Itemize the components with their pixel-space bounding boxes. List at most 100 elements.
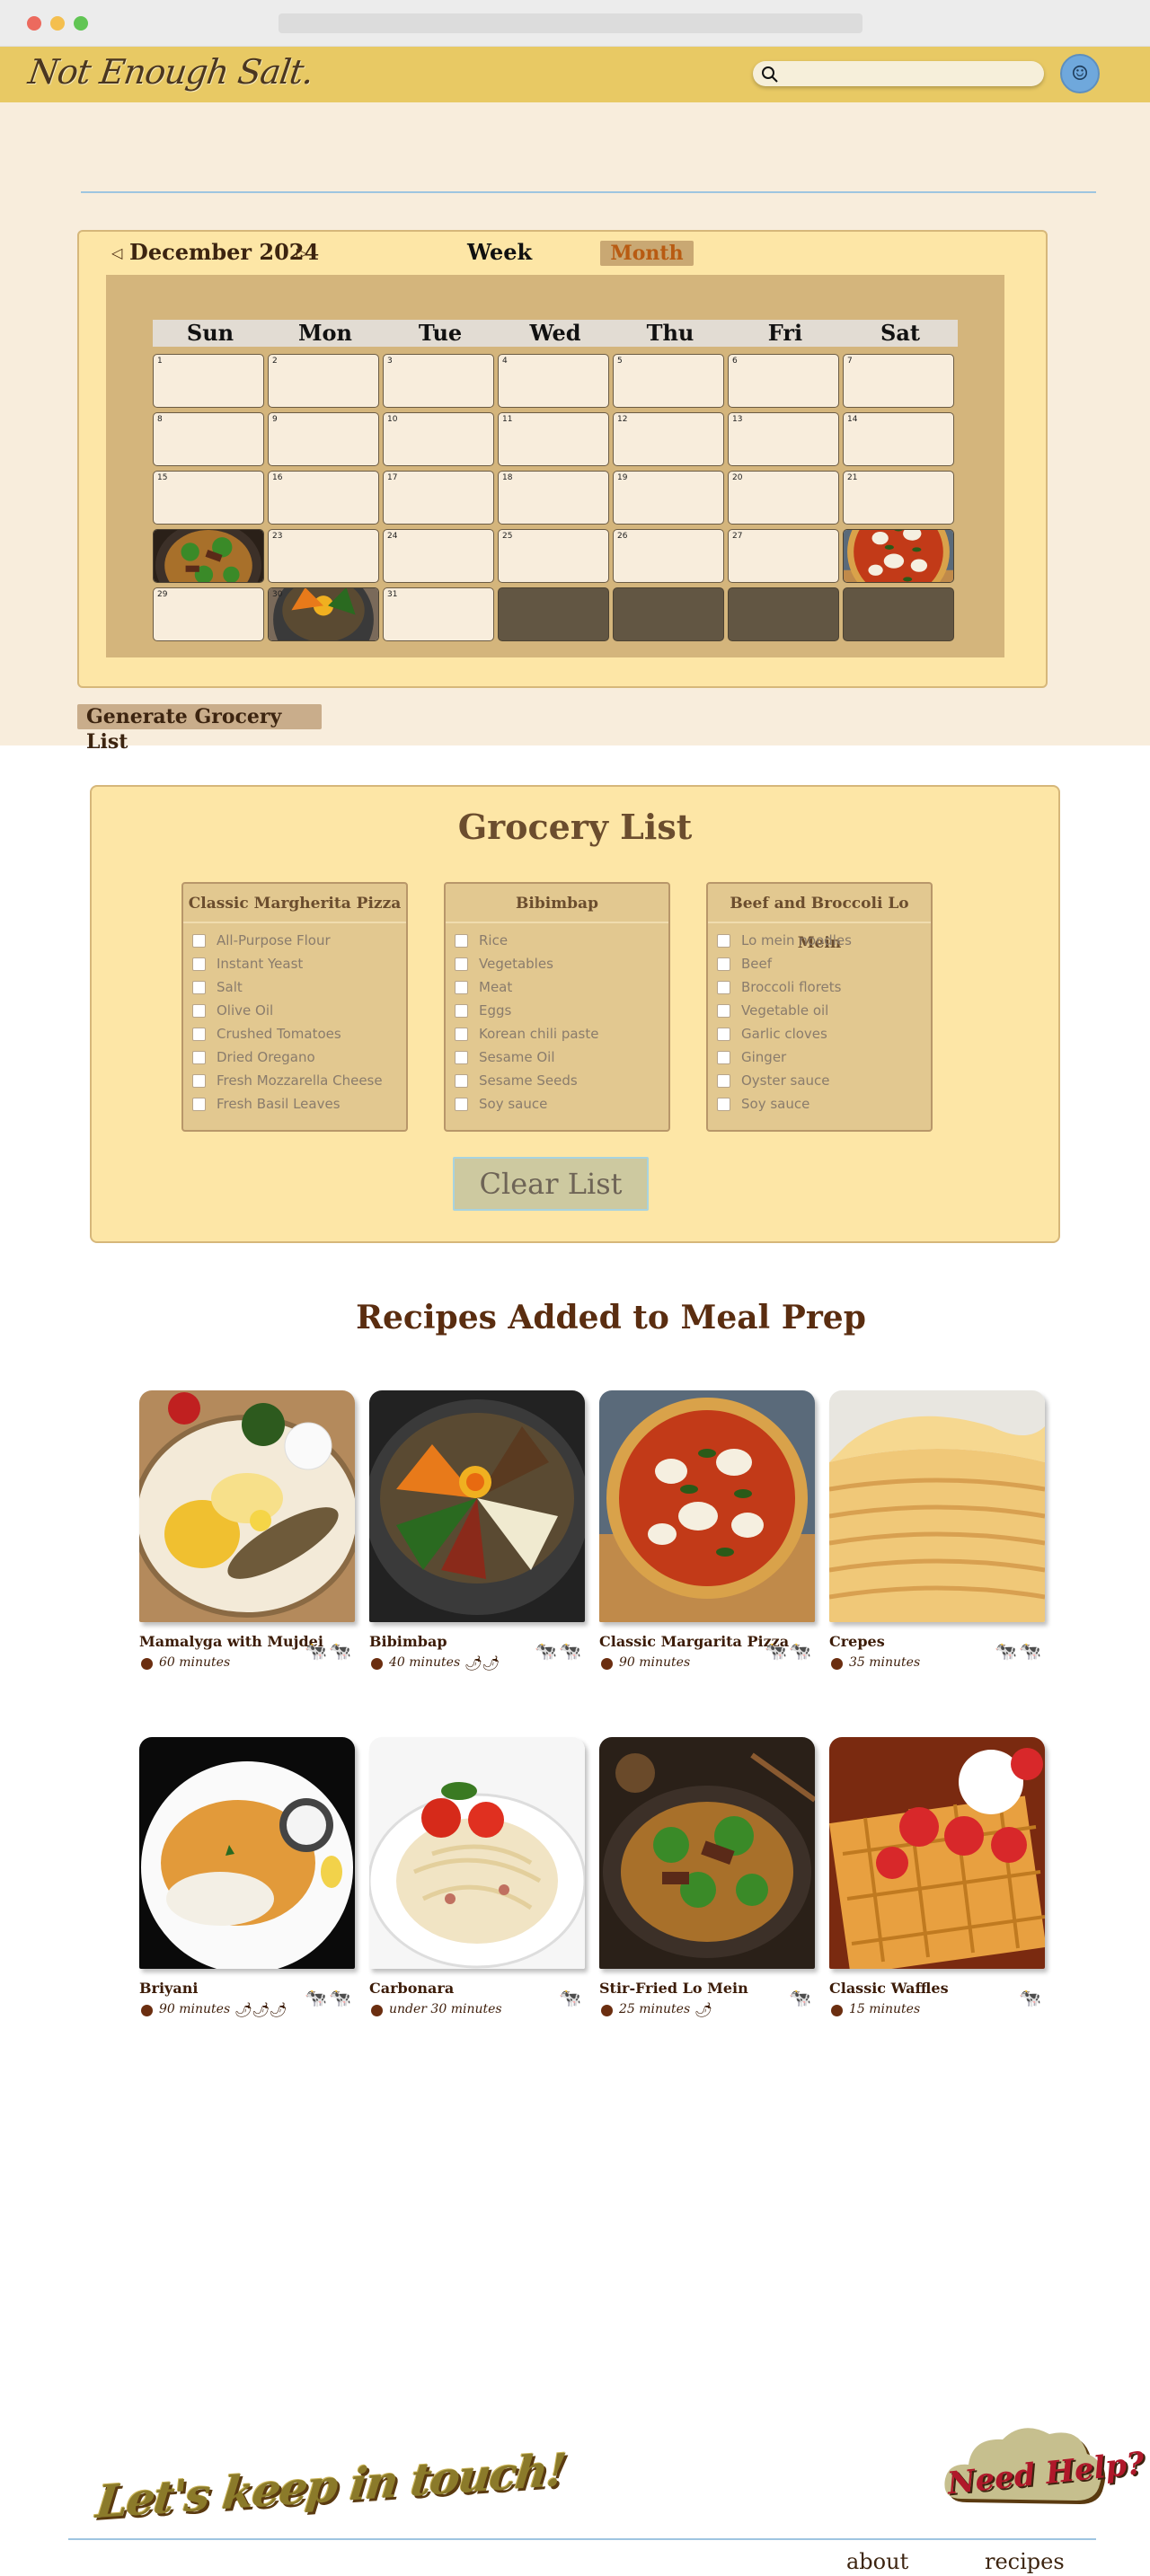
next-month-icon[interactable]: ▷ <box>296 244 307 261</box>
recipe-image[interactable] <box>139 1737 355 1969</box>
calendar-day-cell[interactable]: 2 <box>268 354 379 408</box>
grocery-item-checkbox[interactable] <box>192 1027 206 1041</box>
grocery-item-checkbox[interactable] <box>717 980 730 994</box>
grocery-item-checkbox[interactable] <box>717 957 730 971</box>
grocery-item[interactable]: Soy sauce <box>455 1092 668 1116</box>
grocery-item[interactable]: Sesame Seeds <box>455 1069 668 1092</box>
calendar-day-cell[interactable]: 17 <box>383 471 494 525</box>
grocery-item[interactable]: Korean chili paste <box>455 1022 668 1045</box>
grocery-item-checkbox[interactable] <box>717 1027 730 1041</box>
grocery-item-checkbox[interactable] <box>717 1097 730 1111</box>
search-input[interactable] <box>753 61 1044 86</box>
grocery-item[interactable]: Ginger <box>717 1045 931 1069</box>
grocery-item-checkbox[interactable] <box>455 957 468 971</box>
close-window-button[interactable] <box>27 16 41 31</box>
recipe-name[interactable]: Mamalyga with Mujdei <box>139 1633 323 1650</box>
grocery-item-checkbox[interactable] <box>192 1073 206 1088</box>
calendar-day-cell[interactable]: 11 <box>498 412 609 466</box>
grocery-item[interactable]: Broccoli florets <box>717 975 931 999</box>
planned-meal-thumbnail[interactable] <box>154 530 263 582</box>
grocery-item[interactable]: Fresh Mozzarella Cheese <box>192 1069 406 1092</box>
grocery-item[interactable]: Eggs <box>455 999 668 1022</box>
calendar-day-cell[interactable]: 9 <box>268 412 379 466</box>
footer-link-about[interactable]: about <box>846 2549 908 2574</box>
calendar-day-cell[interactable]: 30 <box>268 587 379 641</box>
grocery-item[interactable]: Sesame Oil <box>455 1045 668 1069</box>
address-bar[interactable] <box>279 13 862 33</box>
recipe-image[interactable] <box>599 1737 815 1969</box>
recipe-image[interactable] <box>369 1390 585 1622</box>
grocery-item[interactable]: Rice <box>455 929 668 952</box>
grocery-item[interactable]: Salt <box>192 975 406 999</box>
grocery-item[interactable]: Meat <box>455 975 668 999</box>
recipe-name[interactable]: Stir-Fried Lo Mein <box>599 1980 748 1997</box>
grocery-item-checkbox[interactable] <box>717 1050 730 1064</box>
chef-avatar-icon[interactable]: ☺ <box>1060 54 1100 93</box>
grocery-item-checkbox[interactable] <box>455 1050 468 1064</box>
calendar-day-cell[interactable]: 15 <box>153 471 264 525</box>
calendar-day-cell[interactable]: 4 <box>498 354 609 408</box>
recipe-name[interactable]: Bibimbap <box>369 1633 447 1650</box>
grocery-item[interactable]: Fresh Basil Leaves <box>192 1092 406 1116</box>
calendar-day-cell[interactable]: 16 <box>268 471 379 525</box>
recipe-image[interactable] <box>829 1737 1045 1969</box>
grocery-item[interactable]: Dried Oregano <box>192 1045 406 1069</box>
planned-meal-thumbnail[interactable] <box>269 588 378 640</box>
grocery-item[interactable]: Vegetables <box>455 952 668 975</box>
calendar-day-cell[interactable]: 24 <box>383 529 494 583</box>
grocery-item-checkbox[interactable] <box>455 1097 468 1111</box>
grocery-item-checkbox[interactable] <box>455 1003 468 1018</box>
maximize-window-button[interactable] <box>74 16 88 31</box>
calendar-day-cell[interactable]: 20 <box>728 471 839 525</box>
recipe-name[interactable]: Classic Margarita Pizza <box>599 1633 789 1650</box>
recipe-name[interactable]: Carbonara <box>369 1980 454 1997</box>
calendar-day-cell[interactable]: 10 <box>383 412 494 466</box>
generate-grocery-list-button[interactable]: Generate Grocery List <box>77 704 322 754</box>
calendar-day-cell[interactable]: 26 <box>613 529 724 583</box>
grocery-item[interactable]: Instant Yeast <box>192 952 406 975</box>
grocery-item-checkbox[interactable] <box>717 1073 730 1088</box>
recipe-card[interactable]: Classic Waffles 15 minutes 🐄 <box>829 1737 1045 2016</box>
footer-link-recipes[interactable]: recipes <box>985 2549 1065 2574</box>
recipe-card[interactable]: Classic Margarita Pizza 90 minutes 🐄🐄 <box>599 1390 815 1670</box>
grocery-item-checkbox[interactable] <box>192 957 206 971</box>
grocery-item-checkbox[interactable] <box>192 1050 206 1064</box>
grocery-item-checkbox[interactable] <box>192 933 206 948</box>
calendar-day-cell[interactable] <box>843 529 954 583</box>
recipe-name[interactable]: Crepes <box>829 1633 885 1650</box>
calendar-day-cell[interactable]: 29 <box>153 587 264 641</box>
grocery-item[interactable]: Olive Oil <box>192 999 406 1022</box>
planned-meal-thumbnail[interactable] <box>844 530 953 582</box>
calendar-day-cell[interactable]: 21 <box>843 471 954 525</box>
clear-list-button[interactable]: Clear List <box>453 1157 649 1211</box>
recipe-card[interactable]: Stir-Fried Lo Mein 25 minutes 🌶 🐄 <box>599 1737 815 2018</box>
grocery-item-checkbox[interactable] <box>717 1003 730 1018</box>
calendar-day-cell[interactable]: 25 <box>498 529 609 583</box>
minimize-window-button[interactable] <box>50 16 65 31</box>
week-view-button[interactable]: Week <box>467 239 532 265</box>
grocery-item[interactable]: Garlic cloves <box>717 1022 931 1045</box>
previous-month-icon[interactable]: ◁ <box>111 244 122 261</box>
grocery-item-checkbox[interactable] <box>455 933 468 948</box>
recipe-name[interactable]: Classic Waffles <box>829 1980 949 1997</box>
recipe-card[interactable]: Carbonara under 30 minutes 🐄 <box>369 1737 585 2016</box>
recipe-name[interactable]: Briyani <box>139 1980 198 1997</box>
grocery-item[interactable]: All-Purpose Flour <box>192 929 406 952</box>
grocery-item-checkbox[interactable] <box>455 1027 468 1041</box>
calendar-day-cell[interactable]: 8 <box>153 412 264 466</box>
grocery-item[interactable]: Beef <box>717 952 931 975</box>
calendar-day-cell[interactable]: 13 <box>728 412 839 466</box>
grocery-item[interactable]: Vegetable oil <box>717 999 931 1022</box>
grocery-item-checkbox[interactable] <box>192 1097 206 1111</box>
site-logo[interactable]: Not Enough Salt. <box>26 52 315 92</box>
calendar-day-cell[interactable]: 6 <box>728 354 839 408</box>
calendar-day-cell[interactable] <box>153 529 264 583</box>
recipe-image[interactable] <box>139 1390 355 1622</box>
calendar-day-cell[interactable]: 1 <box>153 354 264 408</box>
calendar-day-cell[interactable]: 31 <box>383 587 494 641</box>
grocery-item[interactable]: Lo mein noodles <box>717 929 931 952</box>
calendar-day-cell[interactable]: 18 <box>498 471 609 525</box>
calendar-day-cell[interactable]: 3 <box>383 354 494 408</box>
grocery-item-checkbox[interactable] <box>455 1073 468 1088</box>
recipe-card[interactable]: Crepes 35 minutes 🐄🐄 <box>829 1390 1045 1670</box>
